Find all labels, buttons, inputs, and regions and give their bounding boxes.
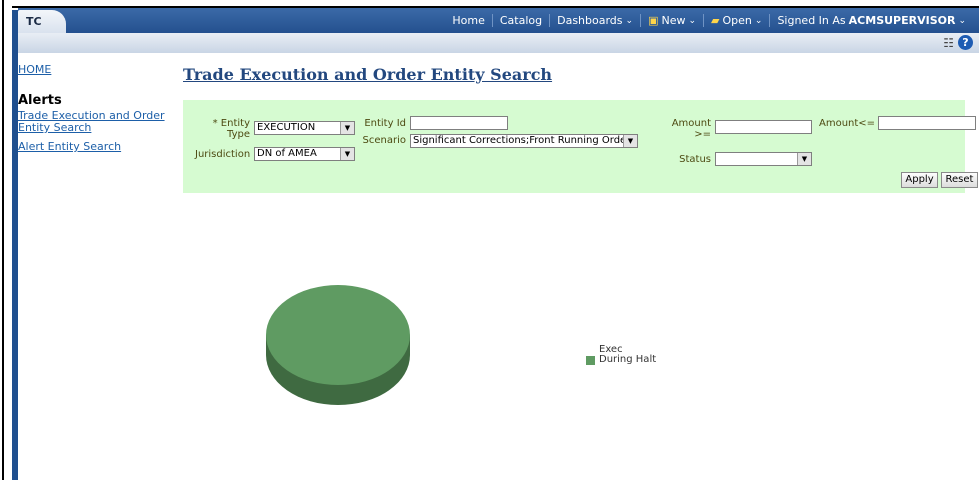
pie-chart [266, 285, 410, 405]
chevron-down-icon[interactable]: ▼ [340, 148, 354, 160]
jurisdiction-value: DN of AMEA [257, 148, 317, 159]
nav-user[interactable]: Signed In As ACMSUPERVISOR ⌄ [769, 14, 973, 27]
scenario-select[interactable]: Significant Corrections;Front Running Or… [410, 134, 638, 148]
page-options-icon[interactable]: ☷ [943, 36, 954, 50]
entity-id-input[interactable] [410, 116, 508, 130]
nav-open-label: Open [722, 14, 752, 27]
sidebar-link-trade-execution[interactable]: Trade Execution and Order Entity Search [18, 110, 168, 134]
amount-gte-label: Amount >= [659, 118, 711, 140]
page-title: Trade Execution and Order Entity Search [183, 65, 553, 84]
chevron-down-icon[interactable]: ▼ [797, 153, 811, 165]
app-tab[interactable]: TC [18, 10, 66, 33]
nav-open[interactable]: ▰ Open ⌄ [703, 14, 769, 27]
chevron-down-icon: ⌄ [625, 15, 634, 26]
chevron-down-icon: ⌄ [754, 15, 763, 26]
signed-in-label: Signed In As [777, 14, 846, 27]
nav-catalog[interactable]: Catalog [491, 14, 549, 27]
legend-swatch [586, 356, 595, 365]
jurisdiction-select[interactable]: DN of AMEA ▼ [254, 147, 355, 161]
chevron-down-icon: ⌄ [958, 15, 966, 26]
chevron-down-icon: ⌄ [688, 15, 697, 26]
chevron-down-icon[interactable]: ▼ [623, 135, 637, 147]
sidebar-section-title: Alerts [18, 93, 62, 108]
jurisdiction-label: Jurisdiction [195, 149, 251, 160]
legend-label: Exec During Halt [599, 344, 657, 365]
chevron-down-icon[interactable]: ▼ [340, 122, 354, 134]
entity-id-label: Entity Id [364, 118, 406, 129]
nav-dashboards-label: Dashboards [557, 14, 623, 27]
nav-new[interactable]: ▣ New ⌄ [640, 14, 703, 27]
status-select[interactable]: ▼ [715, 152, 812, 166]
nav-home-label: Home [452, 14, 485, 27]
apply-button[interactable]: Apply [901, 172, 938, 188]
nav-dashboards[interactable]: Dashboards ⌄ [549, 14, 640, 27]
pie-slice[interactable] [266, 285, 410, 385]
pie-graphic [266, 285, 410, 405]
folder-icon: ▰ [711, 14, 720, 27]
header-tools: ☷ ? [943, 35, 973, 50]
scenario-label: Scenario [362, 135, 406, 146]
scenario-value: Significant Corrections;Front Running Or… [413, 135, 636, 146]
amount-lte-input[interactable] [878, 116, 976, 130]
global-nav: Home Catalog Dashboards ⌄ ▣ New ⌄ ▰ Open ⌄ Si… [445, 8, 973, 33]
application-window: TC Home Catalog Dashboards ⌄ ▣ New ⌄ ▰ Open ⌄… [18, 8, 979, 480]
entity-type-label: * Entity Type [212, 118, 250, 140]
amount-gte-input[interactable] [715, 120, 812, 134]
window-frame-border [2, 0, 4, 480]
entity-type-select[interactable]: EXECUTION ▼ [254, 121, 355, 135]
sub-header: ☷ ? [18, 33, 979, 53]
help-icon[interactable]: ? [958, 35, 973, 50]
reset-button[interactable]: Reset [941, 172, 978, 188]
nav-catalog-label: Catalog [499, 14, 543, 27]
sidebar-home-link[interactable]: HOME [18, 63, 51, 76]
amount-lte-label: Amount<= [819, 118, 876, 129]
amount-gte-label-text: Amount >= [671, 118, 711, 140]
nav-new-label: New [661, 14, 686, 27]
global-header: TC Home Catalog Dashboards ⌄ ▣ New ⌄ ▰ Open ⌄… [18, 8, 979, 33]
search-panel: * Entity Type EXECUTION ▼ Jurisdiction DN… [183, 100, 978, 193]
nav-home[interactable]: Home [445, 14, 491, 27]
new-icon: ▣ [648, 14, 659, 27]
username: ACMSUPERVISOR [848, 14, 956, 27]
entity-type-value: EXECUTION [257, 122, 316, 133]
status-label: Status [679, 154, 711, 165]
sidebar-link-alert-entity[interactable]: Alert Entity Search [18, 140, 121, 153]
